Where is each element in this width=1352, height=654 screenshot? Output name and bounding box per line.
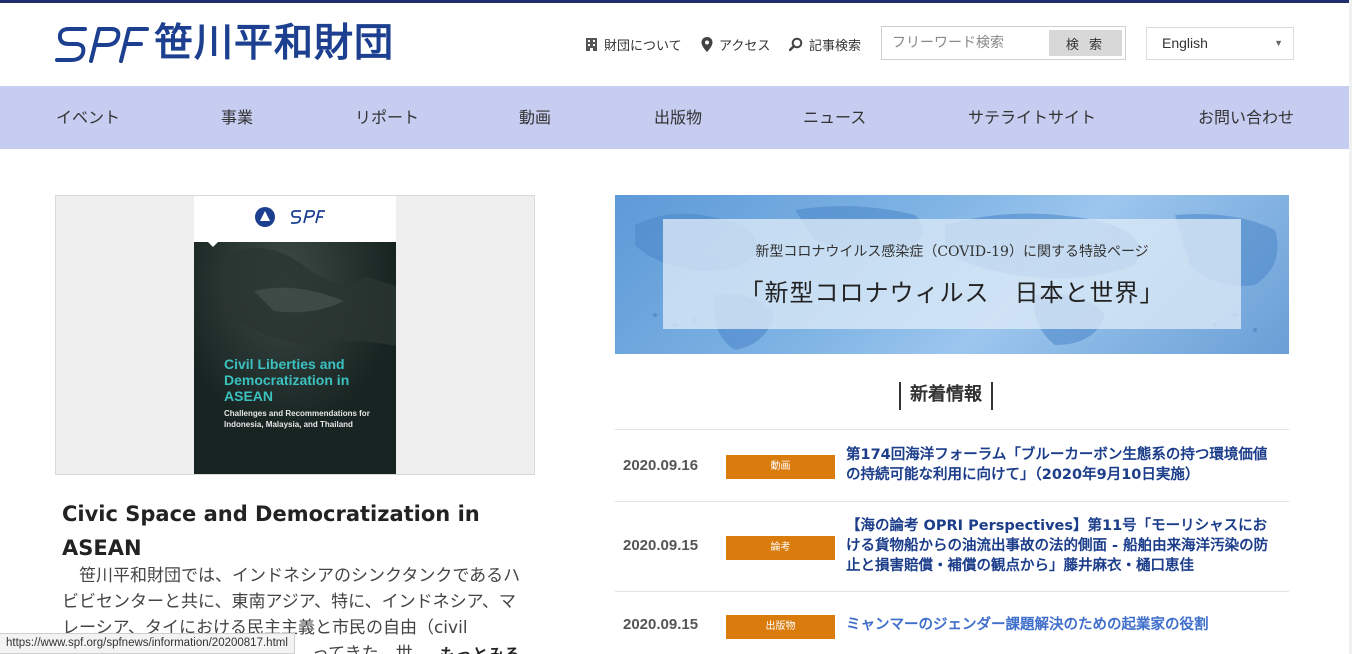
news-item: 2020.09.15 論考 【海の論考 OPRI Perspectives】第1… [615,501,1289,591]
news-tag[interactable]: 論考 [726,536,835,560]
news-tag[interactable]: 動画 [726,455,835,479]
covid-banner[interactable]: 新型コロナウイルス感染症（COVID-19）に関する特設ページ 「新型コロナウィ… [615,195,1289,354]
news-title[interactable]: ミャンマーのジェンダー課題解決のための起業家の役割 [846,615,1276,635]
site-logo[interactable]: 笹川平和財団 [55,20,394,68]
habibie-center-logo-icon [255,207,275,227]
book-cover: Civil Liberties and Democratization in A… [194,196,396,474]
book-title: Civil Liberties and Democratization in A… [224,356,350,404]
about-link-label: 財団について [604,38,682,54]
spf-small-logo-icon [291,210,325,224]
language-selected: English [1162,35,1208,51]
nav-item-events[interactable]: イベント [56,86,120,149]
about-link[interactable]: 財団について [585,33,682,55]
feature-text: 笹川平和財団では、インドネシアのシンクタンクであるハビビセンターと共に、東南アジ… [62,563,527,654]
feature-text-body: 笹川平和財団では、インドネシアのシンクタンクであるハビビセンターと共に、東南アジ… [62,566,521,638]
more-link[interactable]: もっとみる [440,641,520,654]
spf-logo-icon [55,27,149,63]
nav-item-publications[interactable]: 出版物 [654,86,702,149]
nav-item-contact[interactable]: お問い合わせ [1198,86,1294,149]
chevron-down-icon: ▼ [1274,38,1283,48]
news-title[interactable]: 【海の論考 OPRI Perspectives】第11号「モーリシャスにおける貨… [846,516,1276,576]
nav-item-projects[interactable]: 事業 [221,86,253,149]
news-heading: 新着情報 [899,382,993,410]
news-item: 2020.09.16 動画 第174回海洋フォーラム「ブルーカーボン生態系の持つ… [615,429,1289,501]
access-link-label: アクセス [719,38,771,54]
banner-text-panel: 新型コロナウイルス感染症（COVID-19）に関する特設ページ 「新型コロナウィ… [663,219,1241,329]
feature-image[interactable]: Civil Liberties and Democratization in A… [55,195,535,475]
language-select[interactable]: English ▼ [1146,27,1294,60]
access-link[interactable]: アクセス [701,33,770,55]
book-logos [254,206,326,228]
search-button[interactable]: 検 索 [1049,30,1122,56]
search-input[interactable] [882,27,1048,59]
search-form: 検 索 [881,26,1126,60]
news-item: 2020.09.15 出版物 ミャンマーのジェンダー課題解決のための起業家の役割 [615,591,1289,654]
main-nav: イベント 事業 リポート 動画 出版物 ニュース サテライトサイト お問い合わせ [0,86,1349,149]
news-tag[interactable]: 出版物 [726,615,835,639]
news-date: 2020.09.16 [623,457,699,474]
nav-item-satellite-sites[interactable]: サテライトサイト [968,86,1096,149]
book-subtitle: Challenges and Recommendations for Indon… [224,409,370,429]
nav-item-reports[interactable]: リポート [355,86,419,149]
feature-text-tail: ってきた。世 [312,644,413,654]
site-header: 笹川平和財団 財団について アクセス 記事検索 検 索 English ▼ [0,3,1352,85]
building-icon [586,37,597,51]
logo-text: 笹川平和財団 [154,21,395,66]
banner-subtitle: 新型コロナウイルス感染症（COVID-19）に関する特設ページ [755,244,1149,260]
nav-item-news[interactable]: ニュース [803,86,866,149]
article-search-label: 記事検索 [809,38,862,54]
article-search-link[interactable]: 記事検索 [789,33,861,55]
news-title[interactable]: 第174回海洋フォーラム「ブルーカーボン生態系の持つ環境価値の持続可能な利用に向… [846,445,1276,485]
banner-title: 「新型コロナウィルス 日本と世界」 [739,279,1165,307]
location-pin-icon [701,36,713,52]
feature-title[interactable]: Civic Space and Democratization in ASEAN [62,497,522,565]
browser-status-bar: https://www.spf.org/spfnews/information/… [0,633,295,654]
search-icon [789,37,803,51]
book-cover-notch [206,240,220,247]
nav-item-videos[interactable]: 動画 [519,86,551,149]
news-date: 2020.09.15 [623,616,699,633]
news-date: 2020.09.15 [623,537,699,554]
